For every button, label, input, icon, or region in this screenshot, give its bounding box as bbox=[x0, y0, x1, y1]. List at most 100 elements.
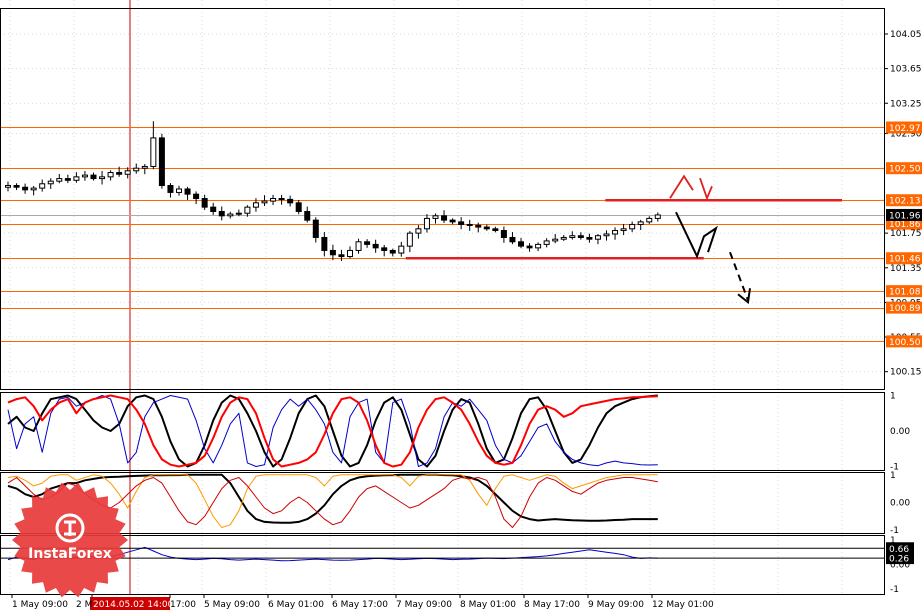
candle-bull bbox=[603, 233, 610, 237]
candle-bull bbox=[56, 178, 63, 182]
candle-bear bbox=[218, 210, 225, 217]
candle-bull bbox=[5, 185, 11, 188]
candle-bear bbox=[577, 235, 584, 238]
trading-chart: 104.05103.65103.25102.90101.75101.35100.… bbox=[0, 0, 922, 610]
level-price-label: 101.08 bbox=[889, 288, 921, 298]
candle-bear bbox=[287, 198, 294, 204]
price-tick-label: 101.35 bbox=[890, 264, 922, 274]
candle-bull bbox=[594, 235, 601, 240]
level-price-label: 102.97 bbox=[889, 124, 921, 134]
price-candles bbox=[5, 121, 661, 262]
candle-bear bbox=[381, 247, 388, 251]
candle-bear bbox=[295, 202, 302, 212]
candle-bear bbox=[483, 226, 490, 230]
candle-bull bbox=[560, 236, 567, 240]
level-price-label: 102.50 bbox=[889, 165, 921, 175]
candle-bull bbox=[270, 198, 277, 202]
candle-bear bbox=[500, 230, 507, 238]
time-tick-label: 8 May 17:00 bbox=[524, 600, 580, 610]
candle-bull bbox=[124, 170, 131, 175]
candle-bull bbox=[141, 165, 148, 169]
price-tick-label: 100.15 bbox=[890, 368, 922, 378]
candle-bear bbox=[64, 178, 71, 181]
price-tick-label: 103.65 bbox=[890, 65, 922, 75]
time-tick-label: 9 May 09:00 bbox=[588, 600, 644, 610]
time-tick-label: 7 May 09:00 bbox=[396, 600, 452, 610]
black-arrow-solid bbox=[675, 211, 718, 259]
candle-bear bbox=[321, 236, 328, 251]
candle-bull bbox=[637, 221, 644, 225]
time-tick-label: 6 May 17:00 bbox=[332, 600, 388, 610]
candle-bull bbox=[235, 212, 242, 215]
candle-bear bbox=[184, 188, 191, 195]
candle-bear bbox=[22, 186, 29, 191]
oscillator-series bbox=[7, 394, 658, 468]
candle-bull bbox=[432, 215, 439, 219]
candle-bear bbox=[329, 249, 336, 256]
level-price-label: 101.86 bbox=[889, 220, 921, 230]
panel-frames bbox=[0, 8, 885, 595]
candle-bear bbox=[389, 249, 396, 254]
current-price-label: 101.96 bbox=[889, 211, 921, 221]
candle-bear bbox=[116, 172, 123, 175]
oscillator-panel-3 bbox=[0, 546, 884, 562]
candle-bear bbox=[372, 243, 379, 249]
candle-bear bbox=[492, 228, 499, 232]
candle-bear bbox=[586, 236, 593, 240]
candle-bear bbox=[312, 219, 319, 238]
time-tick-label: 8 May 01:00 bbox=[460, 600, 516, 610]
candle-bull bbox=[415, 228, 422, 234]
candle-bear bbox=[210, 206, 217, 212]
candle-bear bbox=[518, 241, 524, 247]
candle-bear bbox=[90, 174, 97, 180]
candle-bull bbox=[569, 235, 576, 238]
oscillator-tick-label: 1 bbox=[890, 392, 896, 402]
oscillator-tick-label: 0.00 bbox=[890, 427, 910, 437]
candle-bull bbox=[552, 238, 559, 242]
oscillator-level-label: 0.26 bbox=[889, 555, 909, 565]
candle-bull bbox=[535, 243, 542, 249]
logo-text: InstaForex bbox=[28, 546, 112, 562]
black-arrow-dashed bbox=[729, 251, 749, 301]
candle-bull bbox=[261, 200, 268, 204]
candle-bear bbox=[364, 241, 371, 245]
oscillator-tick-label: 1 bbox=[890, 471, 896, 481]
candle-bull bbox=[423, 217, 430, 230]
candle-bull bbox=[654, 214, 661, 219]
price-tick-label: 103.25 bbox=[890, 99, 922, 109]
oscillator-tick-label: 0.00 bbox=[890, 499, 910, 509]
candle-bear bbox=[338, 254, 345, 258]
panel-frame bbox=[0, 535, 885, 595]
candle-bull bbox=[406, 232, 413, 247]
time-tick-label: 12 May 01:00 bbox=[652, 600, 714, 610]
price-axis: 104.05103.65103.25102.90101.75101.35100.… bbox=[884, 30, 922, 595]
oscillator-tick-label: -1 bbox=[890, 526, 899, 536]
candle-bull bbox=[99, 176, 106, 180]
candle-bear bbox=[193, 193, 200, 200]
candle-bear bbox=[466, 223, 473, 226]
time-tick-label: 17:00 bbox=[170, 600, 196, 610]
candle-bear bbox=[13, 185, 20, 188]
time-tick-label-partial: 2 M bbox=[76, 600, 92, 610]
candle-bull bbox=[612, 230, 619, 235]
time-tick-label: 5 May 09:00 bbox=[204, 600, 260, 610]
candle-bear bbox=[158, 137, 165, 187]
candle-bull bbox=[47, 180, 54, 185]
candle-bull bbox=[39, 183, 46, 189]
candle-bear bbox=[449, 219, 456, 223]
candle-bull bbox=[252, 202, 259, 208]
candle-bull bbox=[133, 167, 140, 172]
candle-bear bbox=[509, 236, 516, 243]
price-tick-label: 104.05 bbox=[890, 30, 922, 40]
candle-bull bbox=[620, 228, 627, 232]
candle-bull bbox=[398, 245, 405, 254]
candle-bull bbox=[227, 213, 234, 217]
analysis-drawings bbox=[405, 174, 842, 305]
candle-bull bbox=[73, 176, 80, 181]
level-price-label: 100.89 bbox=[889, 304, 921, 314]
level-price-label: 102.13 bbox=[889, 197, 921, 207]
candle-bull bbox=[347, 249, 353, 258]
cursor-time-label: 2014.05.02 14:00 bbox=[93, 600, 174, 610]
level-price-label: 101.46 bbox=[889, 255, 921, 265]
instaforex-logo: InstaForex bbox=[12, 482, 128, 598]
